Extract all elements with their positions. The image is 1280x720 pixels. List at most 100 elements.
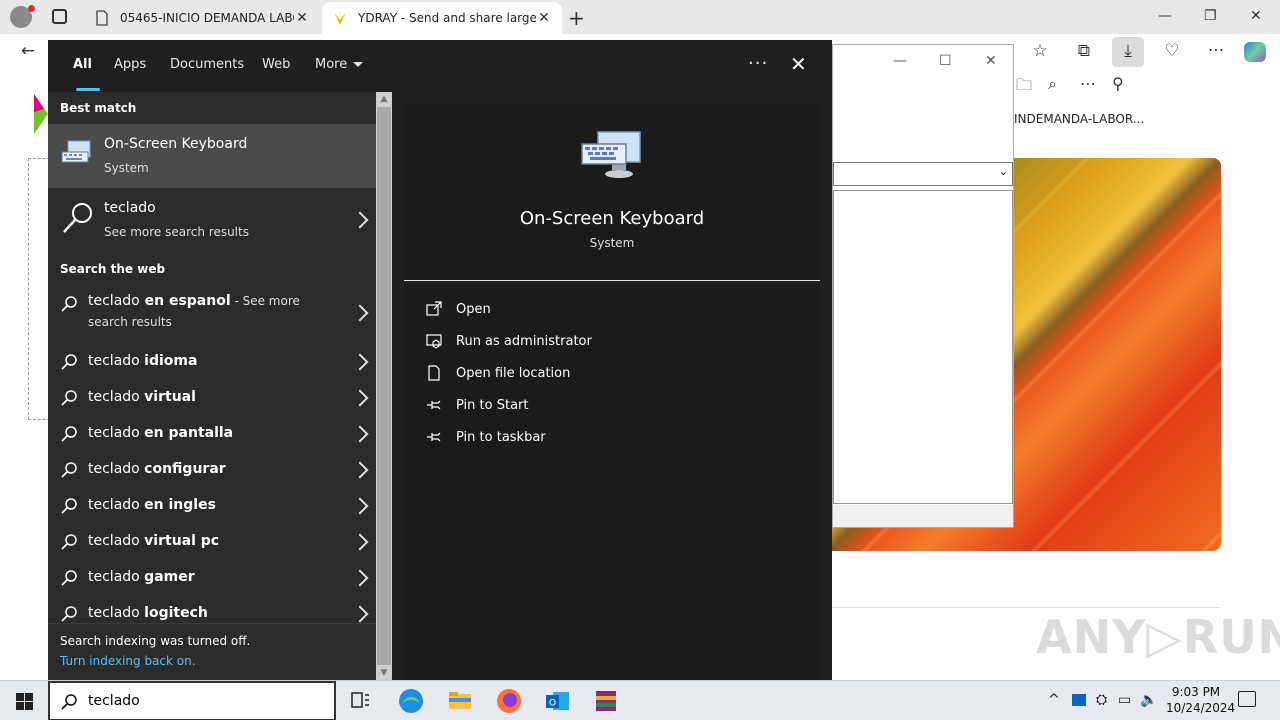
turn-indexing-on-link[interactable]: Turn indexing back on. [60, 654, 196, 668]
suggestion-prefix: teclado [88, 461, 145, 477]
maximize-button[interactable]: ❐ [1204, 8, 1217, 24]
notification-center-icon[interactable] [1238, 691, 1256, 707]
web-suggestion-text: teclado logitech [88, 605, 208, 621]
edge-browser-icon[interactable] [397, 687, 425, 715]
web-suggestion-text: teclado virtual [88, 389, 196, 405]
suggestion-bold: idioma [144, 353, 198, 369]
dialog-close-button[interactable]: ✕ [985, 53, 997, 69]
search-options-button[interactable]: ··· [748, 53, 768, 74]
tray-overflow-caret[interactable]: ^ [1048, 692, 1060, 708]
search-icon [61, 534, 77, 550]
favorites-star-icon[interactable]: ☆ [1028, 41, 1052, 61]
web-suggestion-row[interactable]: teclado en ingles [48, 488, 376, 524]
search-web-heading: Search the web [60, 262, 166, 276]
suggestion-prefix: teclado [88, 425, 145, 441]
best-match-result[interactable]: On-Screen Keyboard System [48, 124, 376, 188]
results-scrollbar[interactable]: ▲ ▼ [376, 92, 392, 680]
on-screen-keyboard-icon [581, 131, 641, 178]
active-tab-indicator [76, 88, 100, 91]
tab-more-label: More [315, 57, 348, 72]
web-suggestion-row[interactable]: teclado en pantalla [48, 416, 376, 452]
back-arrow-icon[interactable]: ← [16, 41, 40, 61]
action-open-file-location[interactable]: Open file location [426, 358, 806, 390]
new-tab-button[interactable]: + [568, 6, 585, 30]
dialog-maximize-button[interactable]: ☐ [939, 53, 952, 69]
more-icon[interactable]: ⋯ [1080, 74, 1096, 93]
suggestion-prefix: teclado [88, 605, 145, 621]
search-filter-tabs: All Apps Documents Web More ··· ✕ [48, 40, 832, 92]
pin-icon[interactable]: ⚲ [1112, 74, 1124, 93]
file-name: INDEMANDA-LABOR... [1014, 112, 1145, 126]
dialog-dropdown[interactable]: ⌄ [833, 162, 1013, 186]
close-window-button[interactable]: ✕ [1250, 8, 1262, 24]
action-pin-to-start[interactable]: Pin to Start [426, 390, 806, 422]
web-suggestion-row[interactable]: teclado virtual [48, 380, 376, 416]
suggestion-prefix: teclado [88, 497, 145, 513]
preview-app-name: On-Screen Keyboard [519, 208, 705, 229]
suggestion-prefix: teclado [88, 389, 145, 405]
minimize-button[interactable]: — [1158, 8, 1172, 24]
scrollbar-thumb[interactable] [377, 107, 391, 665]
outlook-icon[interactable]: O [543, 687, 571, 715]
tab-web[interactable]: Web [262, 57, 290, 72]
chevron-right-icon [351, 389, 369, 407]
tab-close-button[interactable]: ✕ [294, 10, 310, 26]
suggestion-bold: virtual pc [144, 533, 220, 549]
tab-more[interactable]: More [315, 57, 364, 72]
windows-start-icon[interactable] [16, 693, 33, 710]
tab-ydray[interactable]: YDRAY - Send and share large and ✕ [322, 2, 562, 34]
web-suggestion-row[interactable]: teclado configurar [48, 452, 376, 488]
action-open[interactable]: Open [426, 294, 806, 326]
ydray-logo-icon [334, 12, 346, 25]
tab-documents[interactable]: Documents [170, 57, 244, 72]
suggestion-bold: configurar [144, 461, 226, 477]
tab-close-button[interactable]: ✕ [536, 10, 552, 26]
web-suggestion-row[interactable]: teclado idioma [48, 344, 376, 380]
action-pin-to-taskbar[interactable]: Pin to taskbar [426, 422, 806, 454]
web-suggestion-row[interactable]: teclado virtual pc [48, 524, 376, 560]
web-suggestion-row[interactable]: teclado gamer [48, 560, 376, 596]
volume-icon[interactable]: 🔈 [1140, 692, 1157, 708]
web-suggestion-row[interactable]: teclado en espanol - See more search res… [48, 290, 376, 344]
see-more-results-row[interactable]: teclado See more search results [48, 188, 376, 252]
scroll-down-icon[interactable]: ▼ [376, 666, 392, 680]
collections-icon[interactable]: ⧉ [1072, 41, 1096, 61]
file-explorer-icon[interactable] [446, 687, 474, 715]
dialog-list[interactable] [833, 190, 1013, 504]
search-query: teclado [88, 693, 140, 709]
chevron-right-icon [351, 353, 369, 371]
folder-icon[interactable]: 🗀 [1016, 74, 1032, 101]
display-icon[interactable]: ▭ [1118, 692, 1131, 708]
tab-demanda-laboral[interactable]: 05465-INICIO DEMANDA LABORAL ✕ [84, 2, 320, 34]
firefox-icon[interactable] [495, 687, 523, 715]
tab-all[interactable]: All [73, 57, 92, 72]
network-status-icon[interactable]: ⛭ [1096, 692, 1107, 708]
system-clock[interactable]: 9:03 PM 10/24/2024 [1166, 684, 1236, 716]
suggestion-bold: logitech [144, 605, 208, 621]
upload-dropzone[interactable] [28, 158, 50, 420]
best-match-heading: Best match [60, 101, 137, 115]
file-dialog-window: — ☐ ✕ ⌄ [832, 44, 1014, 528]
dialog-minimize-button[interactable]: — [893, 53, 907, 69]
scroll-up-icon[interactable]: ▲ [376, 92, 392, 106]
profile-notification-dot [28, 5, 35, 12]
settings-more-button[interactable]: ··· [1204, 41, 1228, 61]
action-run-as-admin[interactable]: Run as administrator [426, 326, 806, 358]
search-icon[interactable]: ⌕ [1048, 74, 1057, 94]
browser-essentials-icon[interactable]: ♡ [1160, 41, 1184, 61]
copilot-icon[interactable] [1244, 42, 1266, 62]
taskbar-search-input[interactable]: teclado [48, 681, 336, 720]
task-view-icon[interactable] [346, 687, 374, 715]
outlook-tray-icon[interactable] [1070, 691, 1088, 709]
web-suggestion-text: teclado virtual pc [88, 533, 219, 549]
winrar-icon[interactable] [592, 687, 620, 715]
tab-actions-icon[interactable] [52, 9, 67, 24]
tab-apps[interactable]: Apps [114, 57, 146, 72]
caret-down-icon [353, 62, 364, 67]
clock-date: 10/24/2024 [1166, 701, 1236, 715]
suggestion-prefix: teclado [88, 353, 145, 369]
search-icon [61, 694, 77, 710]
search-close-button[interactable]: ✕ [790, 52, 807, 76]
suggestion-prefix: teclado [88, 569, 145, 585]
search-icon [61, 462, 77, 478]
